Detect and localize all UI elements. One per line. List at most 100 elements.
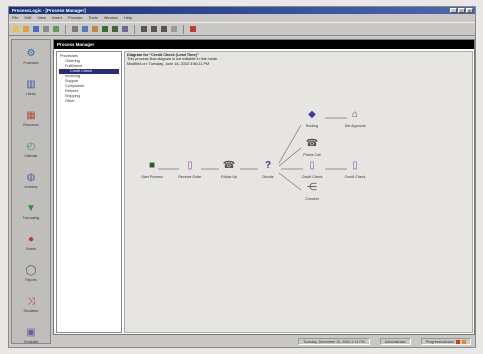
new-icon xyxy=(13,26,19,32)
diagram-canvas[interactable]: Diagram for "Credit Check (Lead Time)" T… xyxy=(124,51,473,333)
title-bar: ProcessLogic - [Process Manager] _ □ × xyxy=(9,7,475,14)
process-manager-panel: Process Manager Processes Ordering Fulfill… xyxy=(53,39,475,335)
window-controls: _ □ × xyxy=(450,8,473,13)
sidebar-item-label: Calendar xyxy=(24,153,38,158)
flow-node-decide[interactable]: ? Decide xyxy=(253,160,283,179)
phone-icon: ☎ xyxy=(222,160,236,171)
undo-button[interactable] xyxy=(101,25,109,33)
panel-header: Process Manager xyxy=(54,40,474,49)
flow-node-label: Routing xyxy=(305,124,319,128)
menu-view[interactable]: View xyxy=(37,15,46,21)
grid-button[interactable] xyxy=(160,25,168,33)
copy-button[interactable] xyxy=(81,25,89,33)
stop-icon xyxy=(190,26,196,32)
find-button[interactable] xyxy=(121,25,129,33)
sidebar-item-forecasting[interactable]: ▼ Forecasting xyxy=(12,195,50,226)
status-user: Administrator xyxy=(379,338,411,345)
window-title: ProcessLogic - [Process Manager] xyxy=(12,8,86,13)
toolbar-separator xyxy=(134,24,135,34)
status-bar: Tuesday, December 10, 2002 2:13 PM Admin… xyxy=(53,337,475,346)
paste-icon xyxy=(92,26,98,32)
decision-icon: ? xyxy=(264,160,272,171)
grid-icon xyxy=(161,26,167,32)
sidebar-item-templates[interactable]: ▣ Templates xyxy=(12,319,50,350)
menu-insert[interactable]: Insert xyxy=(52,15,62,21)
stop-button[interactable] xyxy=(189,25,197,33)
menu-window[interactable]: Window xyxy=(104,15,118,21)
maximize-button[interactable]: □ xyxy=(458,8,465,13)
menu-process[interactable]: Process xyxy=(68,15,82,21)
page-icon xyxy=(171,26,177,32)
connector-icon: ⋲ xyxy=(307,182,317,193)
open-button[interactable] xyxy=(22,25,30,33)
menu-file[interactable]: File xyxy=(12,15,18,21)
zoom-out-button[interactable] xyxy=(150,25,158,33)
sidebar-item-simulation[interactable]: ⤨ Simulation xyxy=(12,288,50,319)
status-datetime: Tuesday, December 10, 2002 2:13 PM xyxy=(298,338,370,345)
save-button[interactable] xyxy=(32,25,40,33)
minimize-button[interactable]: _ xyxy=(450,8,457,13)
flow-node-start[interactable]: ■ Start Process xyxy=(137,160,167,179)
flow-node-routing[interactable]: ◆ Routing xyxy=(297,109,327,128)
sidebar-item-processes[interactable]: ⚙ Processes xyxy=(12,40,50,71)
flow-node-phone-call[interactable]: ☎ Phone Call xyxy=(297,138,327,157)
flow-node-follow-up[interactable]: ☎ Follow Up xyxy=(214,160,244,179)
zoom-out-icon xyxy=(151,26,157,32)
approval-icon: ⌂ xyxy=(351,109,359,120)
flow-node-credit-check[interactable]: ▯ Credit Check xyxy=(297,160,327,179)
print-button[interactable] xyxy=(42,25,50,33)
sidebar-item-reports[interactable]: ◯ Reports xyxy=(12,257,50,288)
flow-node-label: Receive Order xyxy=(178,175,202,179)
cut-button[interactable] xyxy=(71,25,79,33)
status-indicator-icon xyxy=(462,340,466,345)
flow-node-label: Follow Up xyxy=(221,175,237,179)
page-button[interactable] xyxy=(170,25,178,33)
sidebar-item-label: Resources xyxy=(23,122,39,127)
close-button[interactable]: × xyxy=(466,8,473,13)
library-icon: ▥ xyxy=(26,78,36,90)
menu-help[interactable]: Help xyxy=(124,15,132,21)
zoom-in-button[interactable] xyxy=(140,25,148,33)
app-window: ProcessLogic - [Process Manager] _ □ × F… xyxy=(8,6,476,348)
sidebar-item-label: Reports xyxy=(25,277,37,282)
calendar-icon: ◴ xyxy=(26,140,36,152)
find-icon xyxy=(122,26,128,32)
undo-icon xyxy=(102,26,108,32)
sidebar-item-calendar[interactable]: ◴ Calendar xyxy=(12,133,50,164)
paste-button[interactable] xyxy=(91,25,99,33)
flow-node-connect[interactable]: ⋲ Connect xyxy=(297,182,327,201)
sidebar-item-inventory[interactable]: ◍ Inventory xyxy=(12,164,50,195)
routing-icon: ◆ xyxy=(308,109,316,120)
sidebar-item-label: Templates xyxy=(23,339,39,344)
sidebar-item-resources[interactable]: ▦ Resources xyxy=(12,102,50,133)
forecast-icon: ▼ xyxy=(26,202,36,214)
flow-node-receive-order[interactable]: ▯ Receive Order xyxy=(175,160,205,179)
toolbar-separator xyxy=(65,24,66,34)
new-button[interactable] xyxy=(12,25,20,33)
inventory-icon: ◍ xyxy=(26,171,36,183)
flow-node-get-approval[interactable]: ⌂ Get Approval xyxy=(340,109,370,128)
sidebar-item-label: Forecasting xyxy=(22,215,40,220)
redo-button[interactable] xyxy=(111,25,119,33)
processes-icon: ⚙ xyxy=(26,47,36,59)
sidebar-item-label: Events xyxy=(26,246,36,251)
menu-tools[interactable]: Tools xyxy=(88,15,97,21)
document-icon: ▯ xyxy=(352,160,358,171)
preview-icon xyxy=(53,26,59,32)
sidebar-item-events[interactable]: ● Events xyxy=(12,226,50,257)
preview-button[interactable] xyxy=(52,25,60,33)
status-indicator-icon xyxy=(456,340,460,345)
flow-node-label: Credit Check xyxy=(301,175,323,179)
save-icon xyxy=(33,26,39,32)
status-mode-label: ProgressIndicator xyxy=(425,340,454,344)
tree-item[interactable]: Other xyxy=(59,99,119,104)
flow-node-credit-check-2[interactable]: ▯ Credit Check xyxy=(340,160,370,179)
resources-icon: ▦ xyxy=(26,109,36,121)
sidebar-item-library[interactable]: ▥ Library xyxy=(12,71,50,102)
copy-icon xyxy=(82,26,88,32)
print-icon xyxy=(43,26,49,32)
phone-icon: ☎ xyxy=(305,138,319,149)
simulation-icon: ⤨ xyxy=(27,295,35,307)
toolbar-separator xyxy=(183,24,184,34)
menu-edit[interactable]: Edit xyxy=(24,15,31,21)
